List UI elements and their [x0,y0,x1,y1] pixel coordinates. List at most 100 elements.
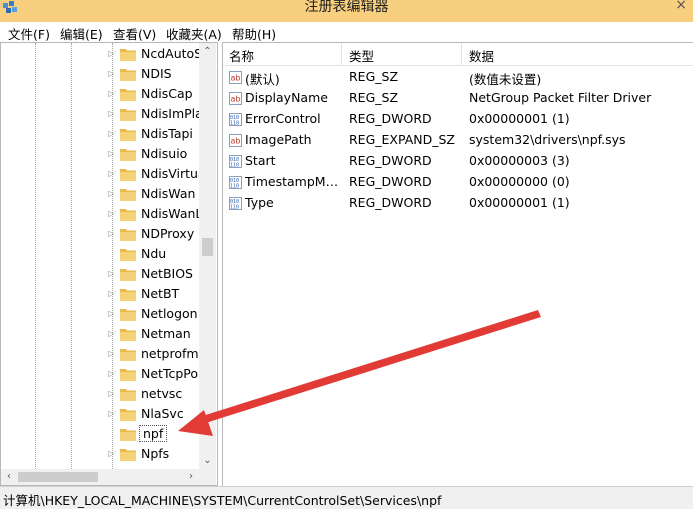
scroll-left-icon[interactable]: ‹ [1,469,17,485]
tree-node[interactable]: ▷ netprofm [108,345,199,365]
expand-arrow-icon[interactable]: ▷ [108,289,114,298]
tree-node[interactable]: ▷ NlaSvc [108,405,199,425]
tree-node-label[interactable]: NdisTapi [141,126,193,141]
value-row[interactable]: 010 110 Start REG_DWORD 0x00000003 (3) [223,152,693,173]
tree-node[interactable]: ▷ NetBIOS [108,265,199,285]
tree-node[interactable]: ▷ Ndisuio [108,145,199,165]
expand-arrow-icon[interactable]: ▷ [108,369,114,378]
tree-node-label[interactable]: Ndu [141,246,166,261]
tree-node[interactable]: Ndu [108,245,199,265]
key-tree-pane: ▷ NcdAutoS ▷ NDIS ▷ NdisCap ▷ NdisImPla ▷ NdisTap… [0,42,218,486]
tree-node-label[interactable]: NdisWan [141,186,195,201]
value-type: REG_SZ [349,90,399,105]
close-button[interactable]: × [675,0,687,13]
tree-node-label[interactable]: Npfs [141,446,169,461]
tree-node[interactable]: ▷ NdisTapi [108,125,199,145]
column-divider[interactable] [461,43,462,65]
scroll-right-icon[interactable]: › [183,469,199,485]
tree-node[interactable]: ▷ NdisVirtua [108,165,206,185]
expand-arrow-icon[interactable]: ▷ [108,209,114,218]
tree-node-label[interactable]: Netman [141,326,191,341]
value-type: REG_DWORD [349,195,432,210]
expand-arrow-icon[interactable]: ▷ [108,269,114,278]
value-row[interactable]: 010 110 ErrorControl REG_DWORD 0x00000001 (1… [223,110,693,131]
tree-node[interactable]: ▷ NetBT [108,285,199,305]
expand-arrow-icon[interactable]: ▷ [108,309,114,318]
tree-node-label[interactable]: NetBIOS [141,266,193,281]
tree-node-label[interactable]: NdisWanL [141,206,202,221]
tree-node-label[interactable]: NcdAutoS [141,46,202,61]
tree-node-label[interactable]: netvsc [141,386,182,401]
value-type: REG_DWORD [349,111,432,126]
folder-icon [120,49,136,61]
tree-node[interactable]: npf [108,425,199,445]
tree-node[interactable]: ▷ netvsc [108,385,199,405]
menu-file[interactable]: 文件(F) [8,24,50,43]
column-header-data[interactable]: 数据 [469,46,494,65]
value-row[interactable]: ab (默认) REG_SZ (数值未设置) [223,68,693,89]
expand-arrow-icon[interactable]: ▷ [108,189,114,198]
menu-view[interactable]: 查看(V) [113,24,156,43]
expand-arrow-icon[interactable]: ▷ [108,129,114,138]
expand-arrow-icon[interactable]: ▷ [108,69,114,78]
tree-node[interactable]: ▷ Npfs [108,445,199,465]
folder-icon [120,69,136,81]
expand-arrow-icon[interactable]: ▷ [108,89,114,98]
tree-vertical-scrollbar[interactable]: ⌃ ⌄ [199,43,216,469]
tree-node[interactable]: ▷ NdisWanL [108,205,202,225]
menu-favorites[interactable]: 收藏夹(A) [166,24,222,43]
expand-arrow-icon[interactable]: ▷ [108,329,114,338]
expand-arrow-icon[interactable]: ▷ [108,169,114,178]
tree-node-label[interactable]: NDProxy [141,226,194,241]
tree-node-label[interactable]: NlaSvc [141,406,184,421]
value-data: (数值未设置) [469,72,542,87]
column-divider[interactable] [341,43,342,65]
tree-node[interactable]: ▷ NcdAutoS [108,45,202,65]
expand-arrow-icon[interactable]: ▷ [108,109,114,118]
tree-node-label[interactable]: NdisImPla [141,106,203,121]
expand-arrow-icon[interactable]: ▷ [108,449,114,458]
column-header-type[interactable]: 类型 [349,46,374,65]
scroll-up-icon[interactable]: ⌃ [199,43,216,60]
tree-node-label[interactable]: NetBT [141,286,179,301]
scrollbar-thumb[interactable] [18,472,98,482]
tree-node[interactable]: ▷ NdisWan [108,185,199,205]
tree-node[interactable]: ▷ NetTcpPo [108,365,199,385]
menu-help[interactable]: 帮助(H) [232,24,276,43]
tree-node-label[interactable]: Ndisuio [141,146,187,161]
tree-node[interactable]: ▷ Netman [108,325,199,345]
tree-node[interactable]: ▷ NDProxy [108,225,199,245]
values-table-header: 名称 类型 数据 [223,43,693,66]
tree-node-label[interactable]: NdisCap [141,86,193,101]
value-row[interactable]: ab DisplayName REG_SZ NetGroup Packet Filte… [223,89,693,110]
column-header-name[interactable]: 名称 [229,46,254,65]
tree-horizontal-scrollbar[interactable]: ‹ › [1,469,199,485]
value-row[interactable]: 010 110 TimestampMo... REG_DWORD 0x00000000 … [223,173,693,194]
binary-value-icon: 010110 [229,113,242,126]
scroll-down-icon[interactable]: ⌄ [199,452,216,469]
folder-icon [120,109,136,121]
expand-arrow-icon[interactable]: ▷ [108,389,114,398]
tree-node[interactable]: ▷ NdisImPla [108,105,203,125]
tree-node-label[interactable]: netprofm [141,346,199,361]
tree-node-label[interactable]: npf [139,425,168,442]
tree-node[interactable]: ▷ NdisCap [108,85,199,105]
tree-node[interactable]: ▷ NDIS [108,65,199,85]
expand-arrow-icon[interactable]: ▷ [108,229,114,238]
value-row[interactable]: 010 110 Type REG_DWORD 0x00000001 (1) [223,194,693,215]
tree-node[interactable]: ▷ Netlogon [108,305,199,325]
tree-node-label[interactable]: Netlogon [141,306,198,321]
expand-arrow-icon[interactable]: ▷ [108,409,114,418]
tree-node-label[interactable]: NDIS [141,66,172,81]
binary-value-icon: 010110 [229,176,242,189]
expand-arrow-icon[interactable]: ▷ [108,149,114,158]
tree-node-label[interactable]: NdisVirtua [141,166,206,181]
scrollbar-thumb[interactable] [202,238,213,256]
tree-node-label[interactable]: NetTcpPo [141,366,198,381]
menu-edit[interactable]: 编辑(E) [60,24,103,43]
folder-icon [120,169,136,181]
expand-arrow-icon[interactable]: ▷ [108,349,114,358]
value-row[interactable]: ab ImagePath REG_EXPAND_SZ system32\drivers… [223,131,693,152]
expand-arrow-icon[interactable]: ▷ [108,49,114,58]
value-name: DisplayName [245,90,328,105]
